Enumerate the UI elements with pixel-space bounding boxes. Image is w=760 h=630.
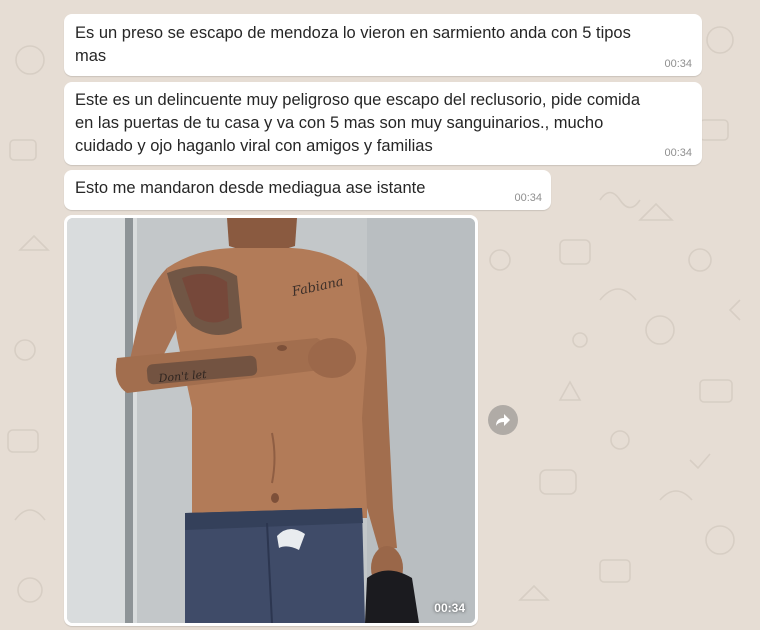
message-text: Es un preso se escapo de mendoza lo vier…: [75, 24, 631, 65]
chat-messages: Es un preso se escapo de mendoza lo vier…: [0, 0, 760, 630]
message-bubble[interactable]: Es un preso se escapo de mendoza lo vier…: [64, 14, 702, 76]
message-time: 00:34: [514, 192, 542, 204]
forward-arrow-icon: [496, 414, 510, 426]
message-text: Este es un delincuente muy peligroso que…: [75, 91, 641, 155]
forward-button[interactable]: [488, 405, 518, 435]
message-text: Esto me mandaron desde mediagua ase ista…: [75, 179, 426, 197]
message-bubble[interactable]: Este es un delincuente muy peligroso que…: [64, 82, 702, 165]
photo-time: 00:34: [434, 601, 465, 615]
message-time: 00:34: [664, 147, 692, 159]
image-message-bubble[interactable]: Fabiana Don't let 00:34: [64, 215, 478, 626]
message-photo[interactable]: Fabiana Don't let 00:34: [67, 218, 475, 623]
message-bubble[interactable]: Esto me mandaron desde mediagua ase ista…: [64, 170, 551, 210]
message-time: 00:34: [664, 58, 692, 70]
